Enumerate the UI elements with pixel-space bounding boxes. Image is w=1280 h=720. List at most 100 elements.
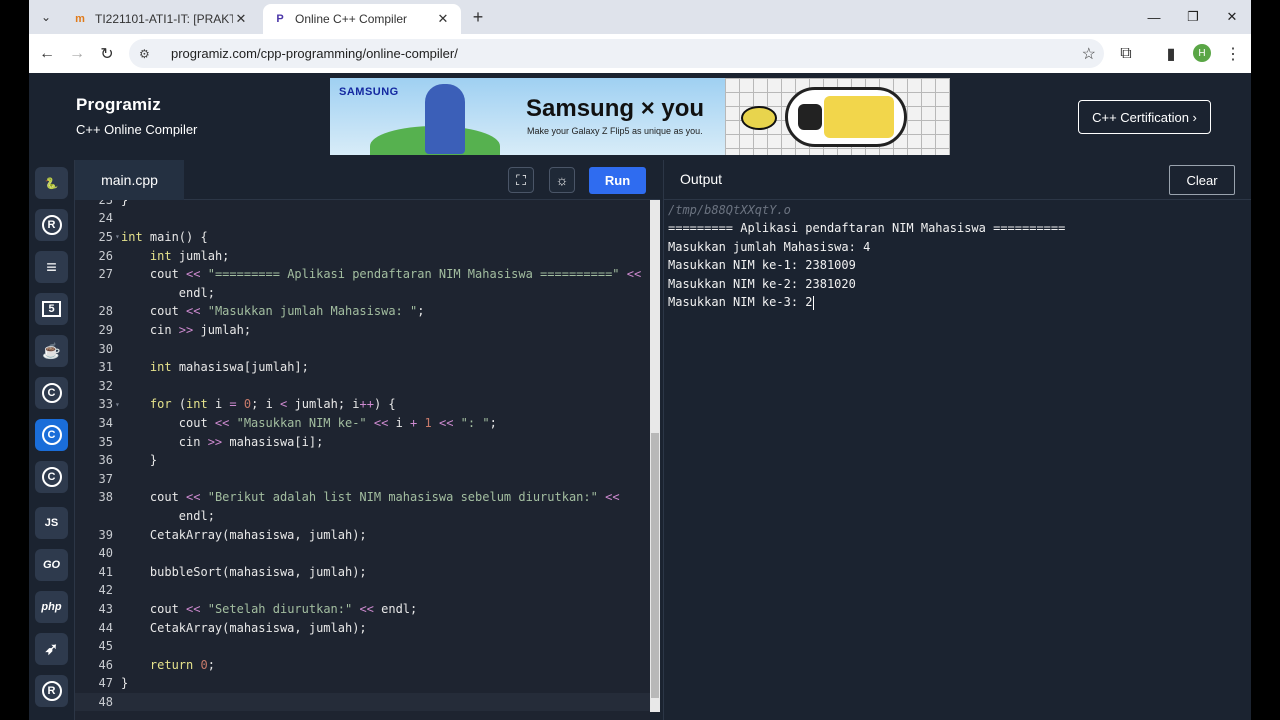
java-glyph: ☕ xyxy=(42,343,61,360)
cpp-glyph: C xyxy=(41,425,62,445)
c-glyph: C xyxy=(41,383,62,403)
csharp-icon[interactable]: C xyxy=(35,461,68,493)
code-text: cout << "Masukkan jumlah Mahasiswa: "; xyxy=(121,304,425,319)
minimize-icon[interactable]: — xyxy=(1141,6,1167,28)
code-text: cin >> mahasiswa[i]; xyxy=(121,434,324,449)
code-line[interactable]: 32 xyxy=(75,377,650,396)
line-number: 26 xyxy=(98,248,113,263)
line-number: 35 xyxy=(98,434,113,449)
code-line[interactable]: 26 int jumlah; xyxy=(75,246,650,265)
code-line[interactable]: 24 xyxy=(75,209,650,228)
code-line[interactable]: 34 cout << "Masukkan NIM ke-" << i + 1 <… xyxy=(75,414,650,433)
code-line[interactable]: 35 cin >> mahasiswa[i]; xyxy=(75,432,650,451)
code-line[interactable]: 47} xyxy=(75,674,650,693)
code-text: cout << "Masukkan NIM ke-" << i + 1 << "… xyxy=(121,415,497,430)
page-subtitle: C++ Online Compiler xyxy=(76,122,198,137)
html-icon[interactable]: 5 xyxy=(35,293,68,325)
code-line[interactable]: 45 xyxy=(75,637,650,656)
csharp-glyph: C xyxy=(41,467,62,487)
reload-icon[interactable]: ↻ xyxy=(95,42,119,66)
extensions-icon[interactable]: ⧉ xyxy=(1114,42,1138,66)
code-line[interactable]: 31 int mahasiswa[jumlah]; xyxy=(75,358,650,377)
line-number: 32 xyxy=(98,378,113,393)
bookmark-star-icon[interactable]: ☆ xyxy=(1082,44,1096,64)
new-tab-button[interactable]: + xyxy=(467,6,489,28)
close-icon[interactable]: ✕ xyxy=(435,11,451,27)
tab-praktikum[interactable]: m TI221101-ATI1-IT: [PRAKTIKUM ✕ xyxy=(63,4,259,34)
output-console[interactable]: /tmp/b88QtXXqtY.o ========= Aplikasi pen… xyxy=(663,200,1251,720)
code-line[interactable]: 44 CetakArray(mahasiswa, jumlah); xyxy=(75,618,650,637)
tab-online-compiler[interactable]: P Online C++ Compiler ✕ xyxy=(263,4,461,34)
code-line[interactable]: 27 cout << "========= Aplikasi pendaftar… xyxy=(75,265,650,284)
java-icon[interactable]: ☕ xyxy=(35,335,68,367)
line-number: 37 xyxy=(98,471,113,486)
editor-toolbar: main.cpp ⛶ ☼ Run xyxy=(75,160,660,200)
back-icon[interactable]: ← xyxy=(35,42,59,66)
sql-icon[interactable]: ≡ xyxy=(35,251,68,283)
line-number: 48 xyxy=(98,694,113,709)
code-line[interactable]: endl; xyxy=(75,507,650,526)
close-window-icon[interactable]: ✕ xyxy=(1219,6,1245,28)
code-line[interactable]: 25 ▾ int main() { xyxy=(75,228,650,247)
code-line[interactable]: 48 xyxy=(75,692,650,712)
code-line[interactable]: 36 } xyxy=(75,451,650,470)
screen: ⌄ m TI221101-ATI1-IT: [PRAKTIKUM ✕ P Onl… xyxy=(29,0,1251,720)
tab-title: Online C++ Compiler xyxy=(295,12,408,26)
side-panel-icon[interactable]: ▮ xyxy=(1159,42,1183,66)
restore-icon[interactable]: ❐ xyxy=(1180,6,1206,28)
file-tab-main-cpp[interactable]: main.cpp xyxy=(75,160,184,200)
certification-button[interactable]: C++ Certification › xyxy=(1078,100,1211,134)
ad-phone-screen xyxy=(824,96,894,138)
fullscreen-icon[interactable]: ⛶ xyxy=(508,167,534,193)
line-number: 34 xyxy=(98,415,113,430)
swift-glyph: ➶ xyxy=(44,641,59,658)
programiz-logo[interactable]: Programiz xyxy=(76,95,161,115)
line-number: 31 xyxy=(98,360,113,375)
c-icon[interactable]: C xyxy=(35,377,68,409)
ad-banner[interactable]: SAMSUNG Samsung × you Make your Galaxy Z… xyxy=(330,78,950,155)
code-line[interactable]: 41 bubbleSort(mahasiswa, jumlah); xyxy=(75,563,650,582)
python-icon[interactable]: 🐍 xyxy=(35,167,68,199)
javascript-icon[interactable]: JS xyxy=(35,507,68,539)
r-icon[interactable]: R xyxy=(35,209,68,241)
code-text: cin >> jumlah; xyxy=(121,322,252,337)
code-line[interactable]: 40 xyxy=(75,544,650,563)
close-icon[interactable]: ✕ xyxy=(233,11,249,27)
rust-icon[interactable]: R xyxy=(35,675,68,707)
code-line[interactable]: 28 cout << "Masukkan jumlah Mahasiswa: "… xyxy=(75,302,650,321)
run-button[interactable]: Run xyxy=(589,167,646,194)
code-line[interactable]: 43 cout << "Setelah diurutkan:" << endl; xyxy=(75,600,650,619)
code-text: CetakArray(mahasiswa, jumlah); xyxy=(121,620,367,635)
swift-icon[interactable]: ➶ xyxy=(35,633,68,665)
editor-scrollbar-thumb[interactable] xyxy=(651,433,659,698)
php-icon[interactable]: php xyxy=(35,591,68,623)
code-line[interactable]: 39 CetakArray(mahasiswa, jumlah); xyxy=(75,525,650,544)
output-input-line[interactable]: Masukkan NIM ke-3: 2 xyxy=(668,295,814,310)
code-line[interactable]: 37 xyxy=(75,470,650,489)
line-number: 41 xyxy=(98,564,113,579)
forward-icon[interactable]: → xyxy=(65,42,89,66)
tab-search-icon[interactable]: ⌄ xyxy=(35,6,57,28)
javascript-glyph: JS xyxy=(44,517,59,529)
code-line[interactable]: 33 ▾ for (int i = 0; i < jumlah; i++) { xyxy=(75,395,650,414)
code-line[interactable]: 30 xyxy=(75,339,650,358)
theme-toggle-icon[interactable]: ☼ xyxy=(549,167,575,193)
code-editor[interactable]: 23}2425▾int main() {26 int jumlah;27 cou… xyxy=(75,200,650,720)
code-line[interactable]: 23} xyxy=(75,200,650,209)
go-icon[interactable]: GO xyxy=(35,549,68,581)
profile-avatar[interactable]: H xyxy=(1193,44,1211,62)
address-bar[interactable]: ⚙ programiz.com/cpp-programming/online-c… xyxy=(129,39,1104,68)
code-line[interactable]: 42 xyxy=(75,581,650,600)
code-line[interactable]: 38 cout << "Berikut adalah list NIM maha… xyxy=(75,488,650,507)
cpp-icon[interactable]: C xyxy=(35,419,68,451)
clear-button[interactable]: Clear xyxy=(1169,165,1235,195)
code-line[interactable]: endl; xyxy=(75,284,650,303)
code-line[interactable]: 46 return 0; xyxy=(75,656,650,675)
site-info-icon[interactable]: ⚙ xyxy=(139,47,159,61)
code-line[interactable]: 29 cin >> jumlah; xyxy=(75,321,650,340)
tab-title: TI221101-ATI1-IT: [PRAKTIKUM xyxy=(95,12,233,26)
menu-kebab-icon[interactable]: ⋮ xyxy=(1221,42,1245,66)
ad-tagline: Make your Galaxy Z Flip5 as unique as yo… xyxy=(527,126,703,136)
line-number: 40 xyxy=(98,546,113,561)
editor-scrollbar[interactable] xyxy=(650,200,660,712)
